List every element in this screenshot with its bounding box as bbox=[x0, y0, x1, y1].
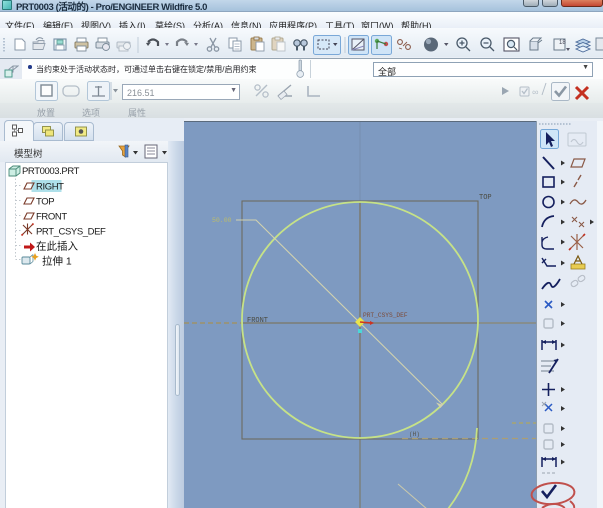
svg-text:PRT_CSYS_DEF: PRT_CSYS_DEF bbox=[36, 227, 106, 238]
svg-text:FRONT: FRONT bbox=[36, 212, 67, 223]
svg-text:FRONT: FRONT bbox=[247, 317, 268, 325]
svg-text:在此插入: 在此插入 bbox=[36, 240, 78, 253]
svg-text:∞: ∞ bbox=[532, 87, 538, 97]
svg-text:18: 18 bbox=[559, 40, 566, 46]
svg-text:TOP: TOP bbox=[36, 197, 54, 208]
svg-text:TOP: TOP bbox=[479, 194, 492, 202]
svg-text:(H): (H) bbox=[409, 431, 420, 438]
svg-text:50.00: 50.00 bbox=[212, 217, 232, 224]
svg-text:PRT_CSYS_DEF: PRT_CSYS_DEF bbox=[363, 312, 408, 319]
svg-text:RIGHT: RIGHT bbox=[36, 182, 64, 193]
svg-text:拉伸 1: 拉伸 1 bbox=[42, 255, 72, 268]
svg-text:PRT0003.PRT: PRT0003.PRT bbox=[22, 166, 80, 177]
